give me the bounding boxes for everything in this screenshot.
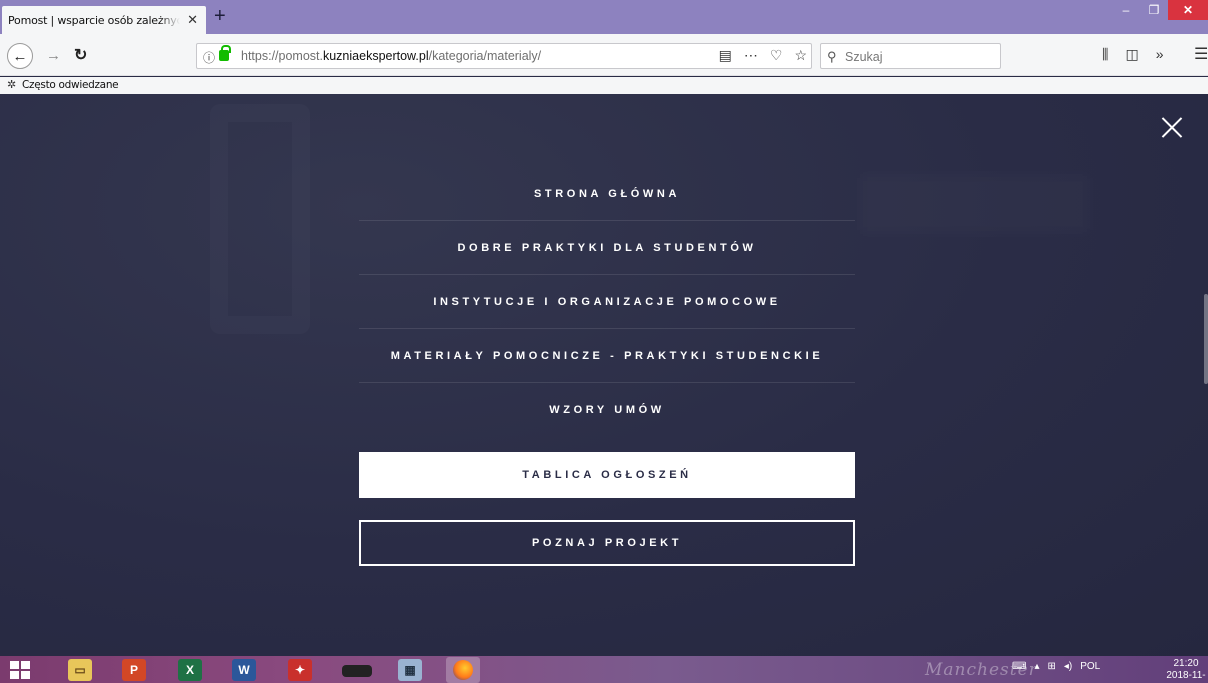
page-actions-icon[interactable]: ⋯	[744, 47, 758, 64]
tray-expand-icon[interactable]: ▴	[1034, 661, 1039, 672]
notice-board-button[interactable]: TABLICA OGŁOSZEŃ	[359, 452, 855, 498]
network-icon[interactable]: ⊞	[1047, 661, 1055, 672]
search-bar[interactable]: ⚲	[820, 43, 1001, 69]
search-icon: ⚲	[827, 49, 837, 64]
tab-bar: Pomost | wsparcie osób zależnych i ✕ + –…	[0, 0, 1208, 34]
background-decoration	[860, 174, 1090, 234]
menu-item-materials[interactable]: MATERIAŁY POMOCNICZE - PRAKTYKI STUDENCK…	[359, 329, 855, 383]
url-text[interactable]: https://pomost.kuzniaekspertow.pl/katego…	[241, 49, 541, 63]
clock-date: 2018-11-08	[1166, 670, 1206, 683]
language-indicator[interactable]: POL	[1080, 661, 1100, 672]
background-decoration	[210, 104, 310, 334]
maximize-button[interactable]: ❐	[1140, 0, 1168, 20]
clock[interactable]: 21:20 2018-11-08	[1166, 658, 1206, 683]
new-tab-button[interactable]: +	[214, 6, 226, 26]
minimize-button[interactable]: –	[1112, 0, 1140, 20]
scrollbar[interactable]	[1204, 294, 1208, 384]
firefox-icon[interactable]	[446, 657, 480, 683]
bookmark-star-icon[interactable]: ☆	[794, 47, 807, 64]
file-explorer-icon[interactable]: ▭	[68, 659, 92, 681]
library-icon[interactable]: ⫼	[1102, 46, 1108, 63]
powerpoint-icon[interactable]: P	[122, 659, 146, 681]
system-tray: ⌨ ▴ ⊞ ◂) POL	[1012, 661, 1100, 672]
info-icon[interactable]: ⓘ	[203, 49, 215, 66]
usb-drive-icon[interactable]	[342, 665, 372, 677]
volume-icon[interactable]: ◂)	[1064, 661, 1072, 672]
bookmarks-toolbar: ✲ Często odwiedzane	[0, 77, 1208, 94]
hamburger-menu-icon[interactable]: ☰	[1194, 44, 1208, 64]
calculator-icon[interactable]: ▦	[398, 659, 422, 681]
tab-close-icon[interactable]: ✕	[187, 12, 198, 28]
window-controls: – ❐ ✕	[1112, 0, 1208, 22]
windows-start-icon[interactable]	[10, 661, 30, 679]
menu-item-institutions[interactable]: INSTYTUCJE I ORGANIZACJE POMOCOWE	[359, 275, 855, 329]
menu-item-home[interactable]: STRONA GŁÓWNA	[359, 167, 855, 221]
navigation-bar: ← → ↻ ⓘ https://pomost.kuzniaekspertow.p…	[0, 34, 1208, 76]
windows-taskbar: ▭ P X W ✦ ▦ Manchester ⌨ ▴ ⊞ ◂) POL 21:2…	[0, 656, 1208, 683]
forward-arrow-icon[interactable]: →	[46, 47, 61, 64]
gear-icon: ✲	[7, 79, 17, 91]
reader-view-icon[interactable]: ▤	[719, 47, 732, 64]
toolbar-right: ⫼ ◫ »	[1102, 46, 1163, 63]
browser-tab[interactable]: Pomost | wsparcie osób zależnych i ✕	[2, 6, 206, 34]
window-close-button[interactable]: ✕	[1168, 0, 1208, 20]
tab-title: Pomost | wsparcie osób zależnych i	[8, 13, 180, 27]
reload-icon[interactable]: ↻	[74, 45, 87, 65]
word-icon[interactable]: W	[232, 659, 256, 681]
menu-item-good-practices[interactable]: DOBRE PRAKTYKI DLA STUDENTÓW	[359, 221, 855, 275]
lock-icon	[219, 45, 231, 61]
url-actions: ▤ ⋯ ♡ ☆	[719, 47, 807, 64]
excel-icon[interactable]: X	[178, 659, 202, 681]
url-bar[interactable]: ⓘ https://pomost.kuzniaekspertow.pl/kate…	[196, 43, 812, 69]
sidebar-icon[interactable]: ◫	[1125, 46, 1138, 63]
bookmark-most-visited[interactable]: Często odwiedzane	[22, 79, 119, 91]
page-overlay: STRONA GŁÓWNA DOBRE PRAKTYKI DLA STUDENT…	[0, 94, 1208, 656]
about-project-button[interactable]: POZNAJ PROJEKT	[359, 520, 855, 566]
search-input[interactable]	[845, 48, 995, 65]
menu-item-contract-templates[interactable]: WZORY UMÓW	[359, 383, 855, 437]
overlay-menu: STRONA GŁÓWNA DOBRE PRAKTYKI DLA STUDENT…	[359, 167, 855, 437]
pdf-reader-icon[interactable]: ✦	[288, 659, 312, 681]
clock-time: 21:20	[1173, 658, 1199, 669]
keyboard-icon[interactable]: ⌨	[1012, 661, 1026, 672]
pocket-icon[interactable]: ♡	[770, 47, 783, 64]
close-icon[interactable]	[1161, 116, 1183, 138]
overflow-chevron-icon[interactable]: »	[1156, 46, 1164, 63]
back-arrow-icon[interactable]: ←	[7, 43, 33, 69]
